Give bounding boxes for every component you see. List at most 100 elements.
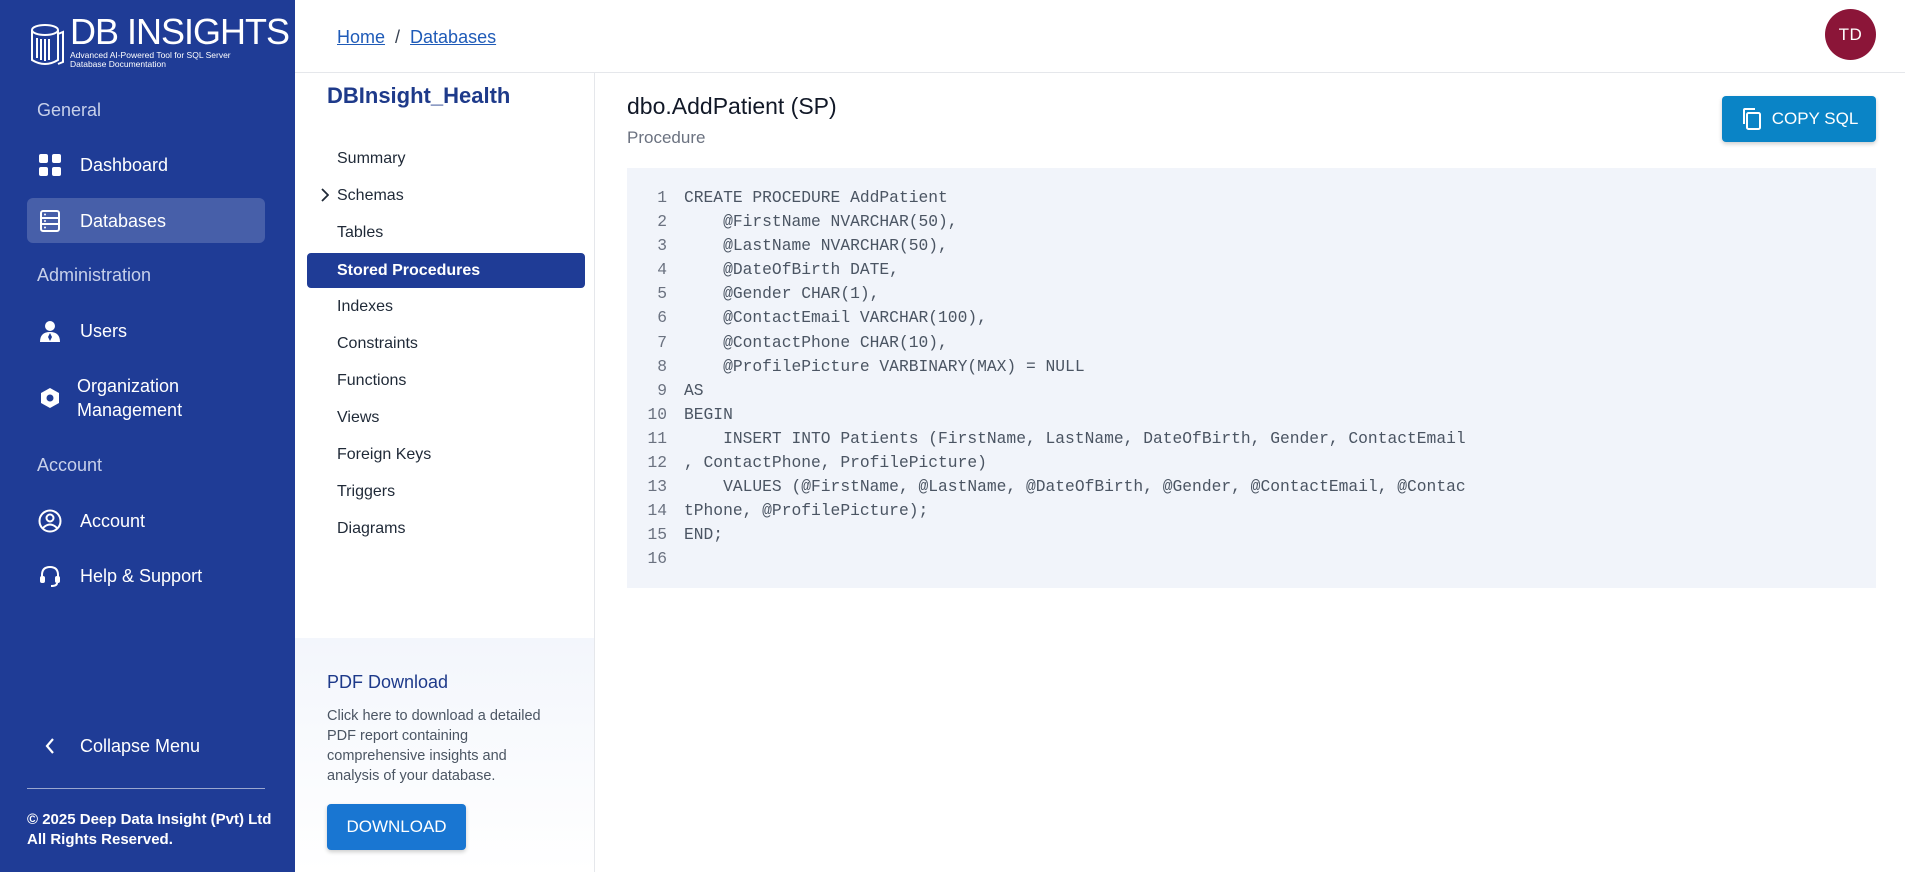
copyright-line2: All Rights Reserved. xyxy=(27,831,173,848)
grid-icon xyxy=(37,152,63,178)
app-logo[interactable]: DB INSIGHTS Advanced AI-Powered Tool for… xyxy=(30,11,290,70)
sidebar-item-label: Help & Support xyxy=(80,565,203,586)
code-line: 14 tPhone, @ProfilePicture); xyxy=(627,499,1876,523)
database-icon xyxy=(37,208,63,234)
code-text: END; xyxy=(684,525,724,545)
pdf-download-card: PDF Download Click here to download a de… xyxy=(295,638,594,872)
code-line: 4 @DateOfBirth DATE, xyxy=(627,258,1876,282)
menu-item-stored-procedures[interactable]: Stored Procedures xyxy=(307,253,585,288)
menu-item-indexes[interactable]: Indexes xyxy=(307,289,585,324)
menu-item-functions[interactable]: Functions xyxy=(307,363,585,398)
object-type: Procedure xyxy=(627,128,706,147)
code-line: 11 INSERT INTO Patients (FirstName, Last… xyxy=(627,427,1876,451)
headset-icon xyxy=(37,563,63,589)
sidebar-item-label: Organization Management xyxy=(77,376,183,420)
menu-item-views[interactable]: Views xyxy=(307,400,585,435)
code-text: @ProfilePicture VARBINARY(MAX) = NULL xyxy=(684,356,1085,376)
sidebar-item-users[interactable]: Users xyxy=(27,308,265,353)
code-line: 13 VALUES (@FirstName, @LastName, @DateO… xyxy=(627,475,1876,499)
line-number: 13 xyxy=(647,477,667,497)
chevron-left-icon xyxy=(37,738,63,754)
breadcrumb-databases-link[interactable]: Databases xyxy=(410,27,496,47)
line-number: 8 xyxy=(657,356,667,376)
code-text: VALUES (@FirstName, @LastName, @DateOfBi… xyxy=(684,477,1466,497)
object-title: dbo.AddPatient (SP) xyxy=(627,93,837,119)
sidebar-divider xyxy=(27,788,265,789)
menu-item-diagrams[interactable]: Diagrams xyxy=(307,511,585,546)
code-text: INSERT INTO Patients (FirstName, LastNam… xyxy=(684,428,1466,448)
section-label-administration: Administration xyxy=(37,265,152,285)
database-name: DBInsight_Health xyxy=(327,83,511,108)
sidebar-item-help-support[interactable]: Help & Support xyxy=(27,553,265,598)
code-line: 9 AS xyxy=(627,379,1876,403)
code-text: , ContactPhone, ProfilePicture) xyxy=(684,453,987,473)
database-logo-icon xyxy=(31,24,64,65)
pdf-download-description: Click here to download a detailed PDF re… xyxy=(327,708,541,784)
menu-item-schemas[interactable]: Schemas xyxy=(307,178,585,213)
user-icon xyxy=(37,318,63,344)
line-number: 4 xyxy=(657,260,667,280)
collapse-menu-button[interactable]: Collapse Menu xyxy=(27,724,265,768)
copy-sql-button[interactable]: COPY SQL xyxy=(1722,96,1876,142)
code-line: 6 @ContactEmail VARCHAR(100), xyxy=(627,306,1876,330)
sidebar-item-label: Users xyxy=(80,320,128,341)
menu-item-tables[interactable]: Tables xyxy=(307,215,585,250)
sidebar-item-account[interactable]: Account xyxy=(27,498,265,543)
section-label-account: Account xyxy=(37,455,103,475)
logo-title: DB INSIGHTS xyxy=(70,11,290,52)
line-number: 15 xyxy=(647,525,667,545)
breadcrumb-home-link[interactable]: Home xyxy=(337,27,385,47)
menu-item-summary[interactable]: Summary xyxy=(307,141,585,176)
code-text: @LastName NVARCHAR(50), xyxy=(684,236,948,256)
code-line: 5 @Gender CHAR(1), xyxy=(627,282,1876,306)
code-text: @Gender CHAR(1), xyxy=(684,284,880,304)
pdf-download-title: PDF Download xyxy=(327,672,449,692)
line-number: 6 xyxy=(657,308,667,328)
code-text: BEGIN xyxy=(684,404,733,424)
download-button[interactable]: DOWNLOAD xyxy=(327,804,466,850)
menu-item-foreign-keys[interactable]: Foreign Keys xyxy=(307,437,585,472)
code-text: tPhone, @ProfilePicture); xyxy=(684,501,929,521)
sidebar: DB INSIGHTS Advanced AI-Powered Tool for… xyxy=(0,0,295,872)
sidebar-item-organization-management[interactable]: Organization Management xyxy=(27,373,265,423)
code-line: 3 @LastName NVARCHAR(50), xyxy=(627,234,1876,258)
line-number: 11 xyxy=(647,428,667,448)
copyright: © 2025 Deep Data Insight (Pvt) Ltd All R… xyxy=(27,810,271,850)
line-number: 2 xyxy=(657,212,667,232)
code-line: 8 @ProfilePicture VARBINARY(MAX) = NULL xyxy=(627,355,1876,379)
menu-item-label: Schemas xyxy=(337,186,404,204)
collapse-menu-label: Collapse Menu xyxy=(80,735,201,756)
account-circle-icon xyxy=(37,508,63,534)
breadcrumb: Home / Databases xyxy=(337,27,496,48)
code-text: CREATE PROCEDURE AddPatient xyxy=(684,188,948,207)
sql-code-block[interactable]: 1 CREATE PROCEDURE AddPatient 2 @FirstName… xyxy=(627,168,1876,588)
line-number: 9 xyxy=(657,380,667,400)
copy-icon xyxy=(1740,107,1762,131)
copyright-line1: © 2025 Deep Data Insight (Pvt) Ltd xyxy=(27,811,272,828)
code-line: 1 CREATE PROCEDURE AddPatient xyxy=(627,186,1876,210)
code-text: @ContactEmail VARCHAR(100), xyxy=(684,308,987,328)
menu-item-constraints[interactable]: Constraints xyxy=(307,326,585,361)
section-label-general: General xyxy=(37,100,102,120)
line-number: 14 xyxy=(647,501,667,521)
avatar[interactable]: TD xyxy=(1825,9,1876,60)
copy-sql-label: COPY SQL xyxy=(1771,109,1859,128)
sidebar-item-label: Databases xyxy=(80,210,167,231)
line-number: 10 xyxy=(647,404,667,424)
breadcrumb-separator: / xyxy=(395,27,401,47)
code-line: 12 , ContactPhone, ProfilePicture) xyxy=(627,451,1876,475)
code-line: 15 END; xyxy=(627,523,1876,547)
code-line: 7 @ContactPhone CHAR(10), xyxy=(627,331,1876,355)
line-number: 5 xyxy=(657,284,667,304)
sidebar-item-databases[interactable]: Databases xyxy=(27,198,265,243)
line-number: 16 xyxy=(647,549,667,569)
sidebar-item-label: Account xyxy=(80,510,146,531)
code-line: 16 xyxy=(627,547,1876,571)
sidebar-item-dashboard[interactable]: Dashboard xyxy=(27,142,265,187)
menu-item-triggers[interactable]: Triggers xyxy=(307,474,585,509)
line-number: 7 xyxy=(657,332,667,352)
code-text: @DateOfBirth DATE, xyxy=(684,260,899,280)
code-text: @ContactPhone CHAR(10), xyxy=(684,332,948,352)
chevron-right-icon xyxy=(321,188,330,207)
